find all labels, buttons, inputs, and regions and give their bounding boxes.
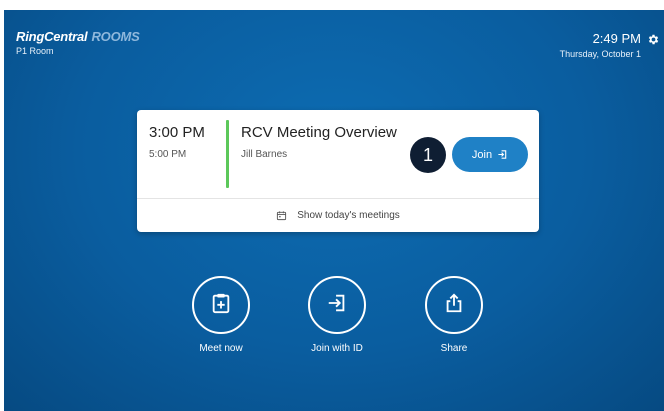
join-button[interactable]: Join (452, 137, 528, 172)
show-todays-meetings-link[interactable]: Show today's meetings (137, 199, 539, 232)
join-with-id-circle[interactable] (308, 276, 366, 334)
meet-now-circle[interactable] (192, 276, 250, 334)
meeting-info: RCV Meeting Overview Jill Barnes (241, 124, 397, 160)
share-circle[interactable] (425, 276, 483, 334)
join-with-id-button[interactable]: Join with ID (297, 276, 377, 354)
share-button[interactable]: Share (414, 276, 494, 354)
brand-header: RingCentral ROOMS P1 Room (16, 30, 140, 57)
clock-date: Thursday, October 1 (559, 49, 641, 59)
room-name: P1 Room (16, 46, 54, 56)
meeting-times: 3:00 PM 5:00 PM (149, 124, 205, 160)
calendar-icon (276, 210, 287, 221)
meeting-status-bar (226, 120, 229, 188)
brand-name: RingCentral (16, 29, 88, 44)
share-upload-icon (443, 292, 465, 319)
show-meetings-label: Show today's meetings (297, 210, 400, 221)
meeting-start-time: 3:00 PM (149, 124, 205, 141)
brand-rooms-label: ROOMS (91, 29, 140, 44)
join-with-id-label: Join with ID (311, 343, 363, 354)
clock-area: 2:49 PM Thursday, October 1 (560, 32, 660, 59)
gear-icon[interactable] (647, 33, 660, 46)
rooms-home-screen: RingCentral ROOMS P1 Room 2:49 PM Thursda… (4, 10, 664, 411)
sign-in-icon (497, 149, 508, 160)
join-button-label: Join (471, 148, 493, 161)
step-badge: 1 (410, 137, 446, 173)
meeting-title: RCV Meeting Overview (241, 124, 397, 141)
brand-logo: RingCentral ROOMS (16, 30, 140, 44)
calendar-plus-icon (210, 292, 232, 319)
clock-time: 2:49 PM (592, 31, 641, 46)
sign-in-icon (326, 292, 348, 319)
upcoming-meeting-card[interactable]: 3:00 PM 5:00 PM RCV Meeting Overview Jil… (137, 110, 539, 232)
meeting-summary: 3:00 PM 5:00 PM RCV Meeting Overview Jil… (137, 110, 539, 198)
meet-now-label: Meet now (199, 343, 243, 354)
meet-now-button[interactable]: Meet now (181, 276, 261, 354)
share-label: Share (440, 343, 468, 354)
meeting-host: Jill Barnes (241, 149, 288, 160)
meeting-end-time: 5:00 PM (149, 149, 187, 160)
